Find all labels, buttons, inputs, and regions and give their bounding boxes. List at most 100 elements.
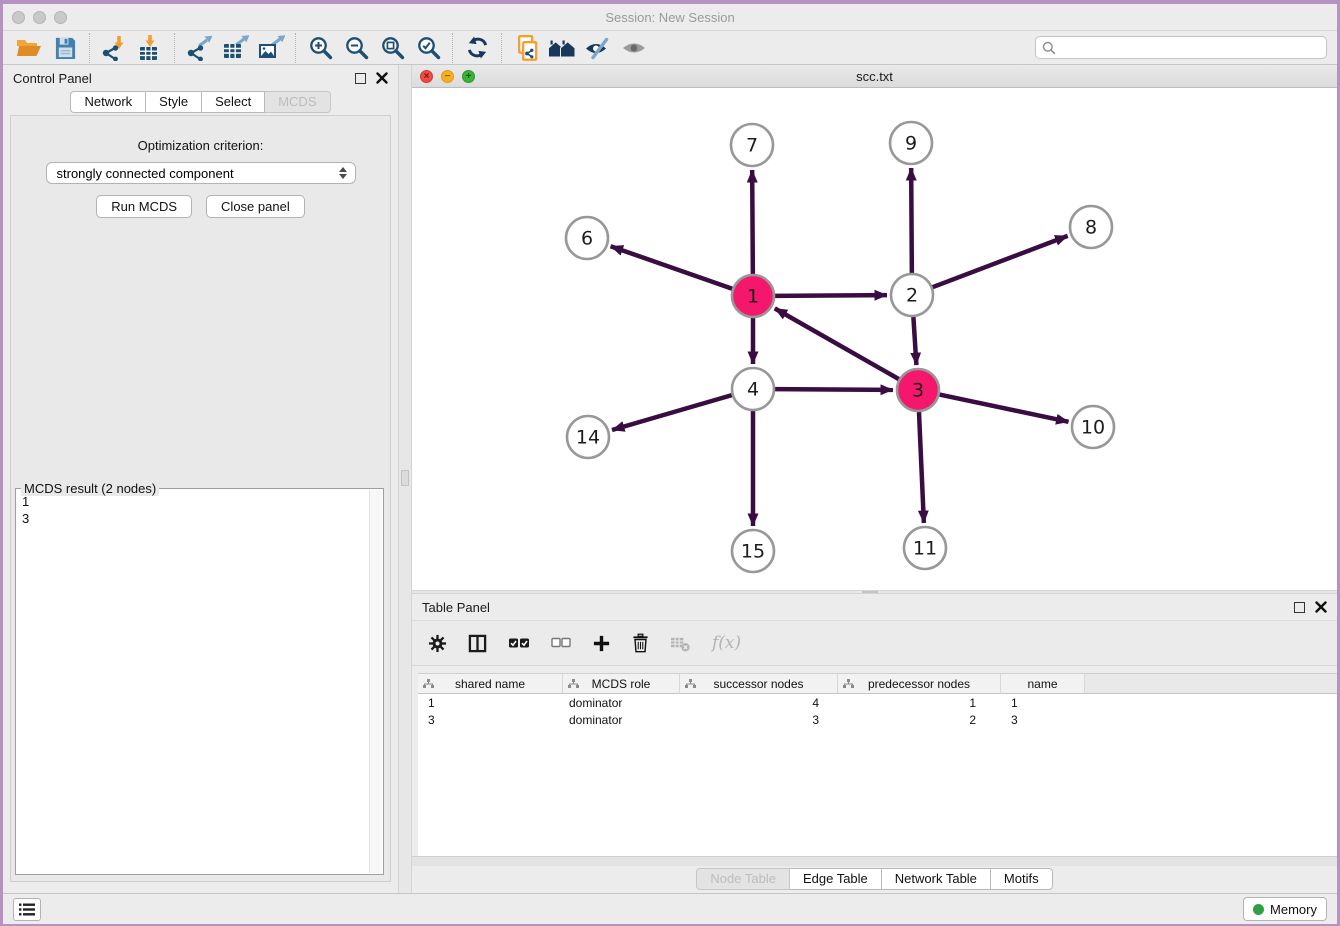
mcds-result-text[interactable]: 1 3: [17, 490, 368, 873]
splitter-grip[interactable]: [401, 470, 409, 486]
search-input[interactable]: [1060, 39, 1326, 57]
function-builder-button[interactable]: f(x): [712, 633, 741, 653]
table-cell[interactable]: 1: [418, 696, 563, 710]
hide-selected-button[interactable]: [580, 33, 616, 63]
tab-mcds[interactable]: MCDS: [265, 91, 330, 113]
graph-edge-2-8[interactable]: [933, 236, 1068, 287]
graph-edge-3-10[interactable]: [940, 395, 1069, 422]
node-table: shared name MCDS role successor nodes: [418, 673, 1337, 856]
zoom-selected-button[interactable]: [410, 33, 446, 63]
result-scrollbar[interactable]: [369, 490, 382, 873]
hierarchy-icon: [843, 679, 854, 689]
float-panel-icon[interactable]: [1294, 602, 1305, 613]
apply-layout-button[interactable]: [459, 33, 495, 63]
close-panel-icon[interactable]: [1315, 601, 1327, 613]
delete-column-button[interactable]: [632, 633, 649, 653]
close-panel-button[interactable]: Close panel: [206, 195, 305, 218]
memory-button[interactable]: Memory: [1243, 897, 1327, 921]
graph-edge-3-11[interactable]: [919, 412, 924, 523]
table-cell[interactable]: 1: [1001, 696, 1085, 710]
search-field[interactable]: [1035, 36, 1327, 59]
table-cell[interactable]: dominator: [563, 696, 680, 710]
main-toolbar: [3, 31, 1337, 65]
graph-node-label: 2: [906, 285, 918, 307]
column-header-successor-nodes[interactable]: successor nodes: [680, 674, 838, 694]
select-all-button[interactable]: [508, 636, 530, 650]
select-stepper-icon: [339, 167, 347, 179]
save-session-button[interactable]: [47, 33, 83, 63]
unselect-all-button[interactable]: [551, 637, 571, 649]
table-cell[interactable]: dominator: [563, 713, 680, 727]
column-header-mcds-role[interactable]: MCDS role: [563, 674, 680, 694]
export-table-icon: [222, 35, 249, 61]
tab-edge-table[interactable]: Edge Table: [790, 868, 882, 890]
graph-edge-4-3[interactable]: [775, 389, 893, 390]
graph-edge-1-7[interactable]: [752, 170, 753, 274]
tab-style[interactable]: Style: [146, 91, 202, 113]
table-cell[interactable]: 1: [838, 696, 1001, 710]
horizontal-splitter[interactable]: [412, 590, 1337, 594]
network-canvas[interactable]: 7968124314101511: [412, 88, 1337, 590]
new-network-from-selection-button[interactable]: [508, 33, 544, 63]
tab-network-table[interactable]: Network Table: [882, 868, 991, 890]
table-panel: Table Panel: [412, 594, 1337, 893]
status-bar: Memory: [3, 893, 1337, 924]
zoom-out-button[interactable]: [338, 33, 374, 63]
first-neighbors-button[interactable]: [544, 33, 580, 63]
float-panel-icon[interactable]: [355, 73, 366, 84]
table-cell[interactable]: 2: [838, 713, 1001, 727]
run-mcds-button[interactable]: Run MCDS: [96, 195, 192, 218]
table-cell[interactable]: 3: [1001, 713, 1085, 727]
graph-edge-3-1[interactable]: [775, 308, 899, 379]
network-window-titlebar[interactable]: × − + scc.txt: [412, 65, 1337, 88]
graph-edge-1-2[interactable]: [775, 295, 887, 296]
vertical-splitter[interactable]: [398, 65, 412, 893]
tab-node-table[interactable]: Node Table: [696, 868, 790, 890]
add-column-button[interactable]: [592, 634, 611, 653]
criterion-select[interactable]: strongly connected component: [46, 162, 356, 184]
graph-edge-2-9[interactable]: [911, 168, 912, 273]
close-panel-icon[interactable]: [376, 72, 388, 84]
graph-edge-1-6[interactable]: [611, 246, 733, 288]
zoom-in-button[interactable]: [302, 33, 338, 63]
show-all-button[interactable]: [616, 33, 652, 63]
delete-table-icon: [670, 635, 691, 652]
network-graph[interactable]: 7968124314101511: [412, 88, 1337, 590]
table-cell[interactable]: 3: [680, 713, 838, 727]
table-cell[interactable]: 4: [680, 696, 838, 710]
toolbar-separator: [501, 33, 502, 63]
splitter-grip[interactable]: [862, 591, 878, 593]
tab-select[interactable]: Select: [202, 91, 265, 113]
hierarchy-icon: [568, 679, 579, 689]
graph-edge-2-3[interactable]: [913, 317, 916, 365]
control-panel-header: Control Panel: [3, 65, 398, 91]
table-row[interactable]: 1dominator411: [418, 694, 1337, 711]
tab-network[interactable]: Network: [70, 91, 146, 113]
window-title: Session: New Session: [3, 10, 1337, 25]
open-session-button[interactable]: [11, 33, 47, 63]
export-network-icon: [186, 35, 213, 61]
graph-node-label: 4: [747, 379, 759, 401]
import-network-button[interactable]: [96, 33, 132, 63]
show-column-button[interactable]: [468, 634, 487, 653]
main-titlebar[interactable]: Session: New Session: [3, 4, 1337, 31]
table-hscrollbar[interactable]: [412, 856, 1337, 866]
delete-table-button[interactable]: [670, 635, 691, 652]
graph-edge-4-14[interactable]: [612, 395, 732, 430]
export-network-button[interactable]: [181, 33, 217, 63]
table-toolbar: f(x): [412, 620, 1337, 666]
import-table-button[interactable]: [132, 33, 168, 63]
column-header-predecessor-nodes[interactable]: predecessor nodes: [838, 674, 1001, 694]
export-table-button[interactable]: [217, 33, 253, 63]
task-history-button[interactable]: [13, 898, 41, 921]
table-options-button[interactable]: [428, 634, 447, 653]
table-tabs: Node Table Edge Table Network Table Moti…: [412, 866, 1337, 893]
zoom-in-icon: [308, 35, 333, 60]
table-row[interactable]: 3dominator323: [418, 711, 1337, 728]
export-image-button[interactable]: [253, 33, 289, 63]
table-cell[interactable]: 3: [418, 713, 563, 727]
column-header-name[interactable]: name: [1001, 674, 1085, 694]
column-header-shared-name[interactable]: shared name: [418, 674, 563, 694]
tab-motifs[interactable]: Motifs: [991, 868, 1053, 890]
zoom-fit-button[interactable]: [374, 33, 410, 63]
